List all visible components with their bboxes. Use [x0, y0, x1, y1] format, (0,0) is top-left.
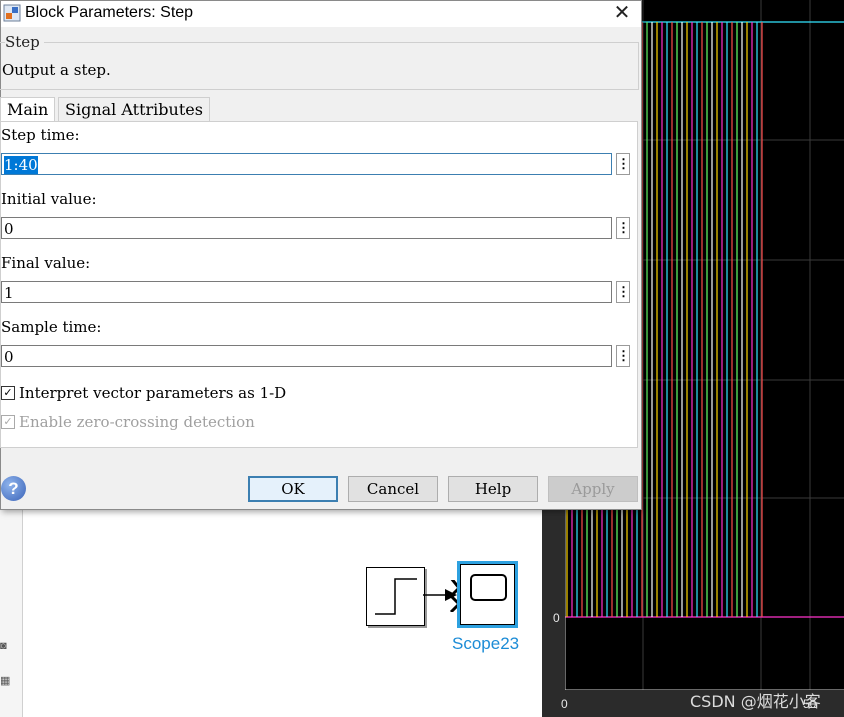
tab-main[interactable]: Main [0, 97, 56, 123]
interpret-vector-checkbox[interactable]: ✓ [1, 386, 15, 400]
step-time-input[interactable]: 1:40 [1, 153, 612, 175]
interpret-vector-label: Interpret vector parameters as 1-D [19, 384, 287, 402]
final-value-label: Final value: [1, 254, 91, 272]
help-icon[interactable]: ? [1, 476, 26, 501]
sample-time-label: Sample time: [1, 318, 102, 336]
cancel-button[interactable]: Cancel [348, 476, 438, 502]
scope-block[interactable] [457, 561, 518, 628]
initial-value-more-button[interactable]: ⋮ [616, 217, 630, 239]
dialog-titlebar[interactable]: Block Parameters: Step ✕ [1, 1, 641, 27]
step-time-more-button[interactable]: ⋮ [616, 153, 630, 175]
apply-button: Apply [548, 476, 638, 502]
step-time-label: Step time: [1, 126, 80, 144]
step-symbol-icon [375, 578, 417, 615]
final-value-more-button[interactable]: ⋮ [616, 281, 630, 303]
initial-value-input[interactable]: 0 [1, 217, 612, 239]
block-parameters-dialog: Block Parameters: Step ✕ Step Output a s… [0, 0, 642, 510]
camera-icon[interactable]: ◙ [0, 640, 14, 658]
initial-value-label: Initial value: [1, 190, 97, 208]
scope-screen-icon [470, 574, 507, 601]
simulink-app-icon [3, 4, 21, 22]
dialog-title: Block Parameters: Step [25, 4, 194, 21]
zero-crossing-checkbox: ✓ [1, 415, 15, 429]
step-block[interactable] [366, 567, 425, 626]
group-title: Step [5, 33, 44, 51]
zero-crossing-label: Enable zero-crossing detection [19, 413, 255, 431]
step-time-value: 1:40 [4, 156, 38, 174]
help-button[interactable]: Help [448, 476, 538, 502]
watermark: CSDN @烟花小客 [690, 692, 821, 711]
toolbar-grid-icon[interactable]: ▦ [0, 674, 14, 692]
close-button[interactable]: ✕ [603, 1, 641, 27]
final-value-input[interactable]: 1 [1, 281, 612, 303]
sample-time-input[interactable]: 0 [1, 345, 612, 367]
scope-block-label[interactable]: Scope23 [452, 634, 519, 654]
block-description: Output a step. [2, 61, 111, 79]
tab-signal-attributes[interactable]: Signal Attributes [58, 97, 210, 122]
sample-time-more-button[interactable]: ⋮ [616, 345, 630, 367]
scope-block-body [460, 564, 515, 625]
ok-button[interactable]: OK [248, 476, 338, 502]
scope-x-tick-zero: 0 [561, 697, 568, 711]
scope-y-tick-zero: 0 [553, 611, 560, 625]
